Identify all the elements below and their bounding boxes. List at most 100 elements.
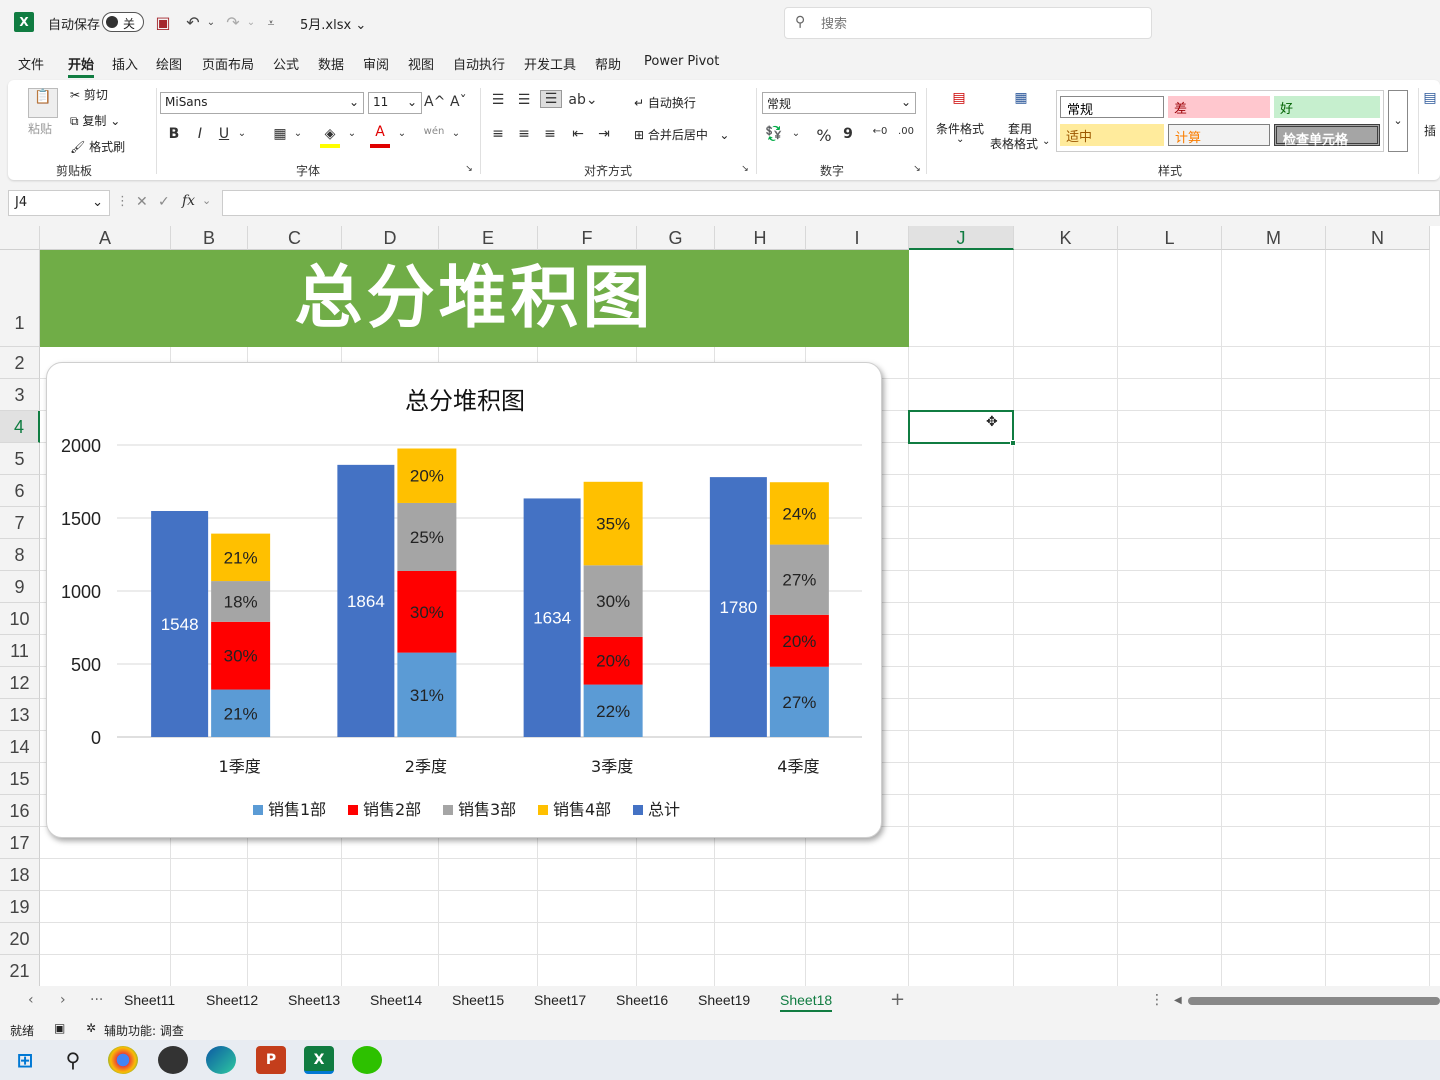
bold-button[interactable]: B (166, 126, 182, 142)
column-header-g[interactable]: G (637, 226, 715, 250)
row-header-1[interactable]: 1 (0, 250, 40, 347)
redo-dropdown-icon[interactable]: ⌄ (240, 12, 262, 34)
style-bad[interactable]: 差 (1168, 96, 1270, 118)
align-middle-icon[interactable]: ☰ (514, 92, 534, 108)
row-header-12[interactable]: 12 (0, 667, 40, 699)
menu-help[interactable]: 帮助 (595, 54, 621, 73)
copy-button[interactable]: ⧉ 复制 ⌄ (70, 112, 120, 129)
decrease-indent-icon[interactable]: ⇤ (568, 126, 588, 142)
font-color-icon[interactable]: A (370, 124, 390, 140)
fill-dropdown-icon[interactable]: ⌄ (346, 128, 358, 139)
sheet-tab[interactable]: Sheet14 (370, 992, 422, 1008)
insert-function-icon[interactable]: fx (182, 193, 195, 209)
paste-label[interactable]: 粘贴 (28, 120, 52, 137)
menu-draw[interactable]: 绘图 (156, 54, 182, 73)
search-input[interactable] (821, 14, 1121, 34)
sheet-tab[interactable]: Sheet15 (452, 992, 504, 1008)
row-header-6[interactable]: 6 (0, 475, 40, 507)
menu-review[interactable]: 审阅 (363, 54, 389, 73)
menu-home[interactable]: 开始 (68, 54, 95, 78)
row-header-14[interactable]: 14 (0, 731, 40, 763)
row-header-4[interactable]: 4 (0, 411, 40, 443)
column-header-h[interactable]: H (715, 226, 806, 250)
number-dialog-launcher-icon[interactable]: ↘ (912, 164, 922, 174)
sheet-tab[interactable]: Sheet17 (534, 992, 586, 1008)
align-top-icon[interactable]: ☰ (488, 92, 508, 108)
column-header-l[interactable]: L (1118, 226, 1222, 250)
select-all-corner[interactable] (0, 226, 40, 250)
row-header-10[interactable]: 10 (0, 603, 40, 635)
menu-data[interactable]: 数据 (318, 54, 344, 73)
table-format-line2[interactable]: 表格格式 (990, 135, 1038, 152)
sheet-tab[interactable]: Sheet16 (616, 992, 668, 1008)
row-header-7[interactable]: 7 (0, 507, 40, 539)
alignment-dialog-launcher-icon[interactable]: ↘ (740, 164, 750, 174)
conditional-format-icon[interactable]: ▤ (944, 90, 974, 116)
insert-cells-icon[interactable]: ▤ (1422, 90, 1438, 106)
conditional-dropdown-icon[interactable]: ⌄ (956, 134, 964, 145)
selected-cell[interactable] (908, 410, 1016, 446)
column-header-i[interactable]: I (806, 226, 909, 250)
row-header-3[interactable]: 3 (0, 379, 40, 411)
menu-file[interactable]: 文件 (18, 54, 44, 73)
powerpoint-icon[interactable]: P (256, 1046, 286, 1074)
format-painter-button[interactable]: 🖌 格式刷 (70, 138, 125, 155)
column-header-c[interactable]: C (248, 226, 342, 250)
column-header-n[interactable]: N (1326, 226, 1430, 250)
style-check-cell[interactable]: 检查单元格 (1274, 124, 1380, 148)
worksheet-grid[interactable]: ABCDEFGHIJKLMN 1 2 3 4 5 6 7 8 9 10 11 12 13 14 15 16 17… (0, 226, 1440, 986)
sheet-tab[interactable]: Sheet13 (288, 992, 340, 1008)
border-icon[interactable]: ▦ (270, 126, 290, 142)
row-header-8[interactable]: 8 (0, 539, 40, 571)
currency-dropdown-icon[interactable]: ⌄ (790, 128, 802, 139)
menu-power-pivot[interactable]: Power Pivot (644, 54, 719, 69)
customize-toolbar-icon[interactable]: ⩡ (260, 12, 282, 34)
chrome-icon[interactable] (108, 1046, 138, 1074)
increase-indent-icon[interactable]: ⇥ (594, 126, 614, 142)
insert-cells-label[interactable]: 插 (1424, 122, 1436, 139)
menu-formulas[interactable]: 公式 (273, 54, 299, 73)
row-header-13[interactable]: 13 (0, 699, 40, 731)
italic-button[interactable]: I (192, 126, 208, 142)
menu-automate[interactable]: 自动执行 (453, 54, 505, 73)
more-sheets-icon[interactable]: ··· (90, 992, 103, 1008)
menu-page-layout[interactable]: 页面布局 (202, 54, 254, 73)
wechat-icon[interactable] (352, 1046, 382, 1074)
row-header-18[interactable]: 18 (0, 859, 40, 891)
underline-button[interactable]: U (216, 126, 232, 142)
paste-icon[interactable]: 📋 (28, 88, 58, 118)
column-header-a[interactable]: A (40, 226, 171, 250)
increase-decimal-icon[interactable]: ←0 (870, 126, 890, 137)
row-header-11[interactable]: 11 (0, 635, 40, 667)
font-color-dropdown-icon[interactable]: ⌄ (396, 128, 408, 139)
sheet-tab[interactable]: Sheet11 (124, 992, 175, 1008)
cancel-icon[interactable]: ✕ (136, 194, 148, 210)
column-header-m[interactable]: M (1222, 226, 1326, 250)
column-header-b[interactable]: B (171, 226, 248, 250)
app-icon[interactable] (158, 1046, 188, 1074)
row-header-21[interactable]: 21 (0, 955, 40, 986)
autosave-toggle[interactable]: 关 (102, 12, 144, 32)
fx-dropdown-icon[interactable]: ⌄ (202, 194, 211, 207)
font-size-select[interactable]: 11 ⌄ (368, 92, 422, 114)
sheet-tab-active[interactable]: Sheet18 (780, 992, 833, 1012)
fill-handle[interactable] (1010, 440, 1016, 446)
style-calculation[interactable]: 计算 (1168, 124, 1270, 146)
accessibility-status[interactable]: 辅助功能: 调查 (104, 1022, 184, 1039)
row-header-20[interactable]: 20 (0, 923, 40, 955)
phonetic-icon[interactable]: wén (422, 126, 446, 137)
underline-dropdown-icon[interactable]: ⌄ (236, 128, 248, 139)
column-header-k[interactable]: K (1014, 226, 1118, 250)
align-right-icon[interactable]: ≡ (540, 126, 560, 142)
tab-splitter-icon[interactable]: ⋮ (1150, 992, 1164, 1008)
formula-input[interactable] (222, 190, 1440, 216)
styles-more-icon[interactable]: ⌄ (1388, 90, 1408, 152)
row-header-2[interactable]: 2 (0, 347, 40, 379)
enter-icon[interactable]: ✓ (158, 194, 170, 210)
row-header-9[interactable]: 9 (0, 571, 40, 603)
row-header-16[interactable]: 16 (0, 795, 40, 827)
row-header-5[interactable]: 5 (0, 443, 40, 475)
number-format-select[interactable]: 常规 ⌄ (762, 92, 916, 114)
stacked-chart[interactable]: 总分堆积图 0 500 1000 1500 2000 1548 21% 30% 18% 21% 1季度… (46, 362, 882, 838)
edge-icon[interactable] (206, 1046, 236, 1074)
